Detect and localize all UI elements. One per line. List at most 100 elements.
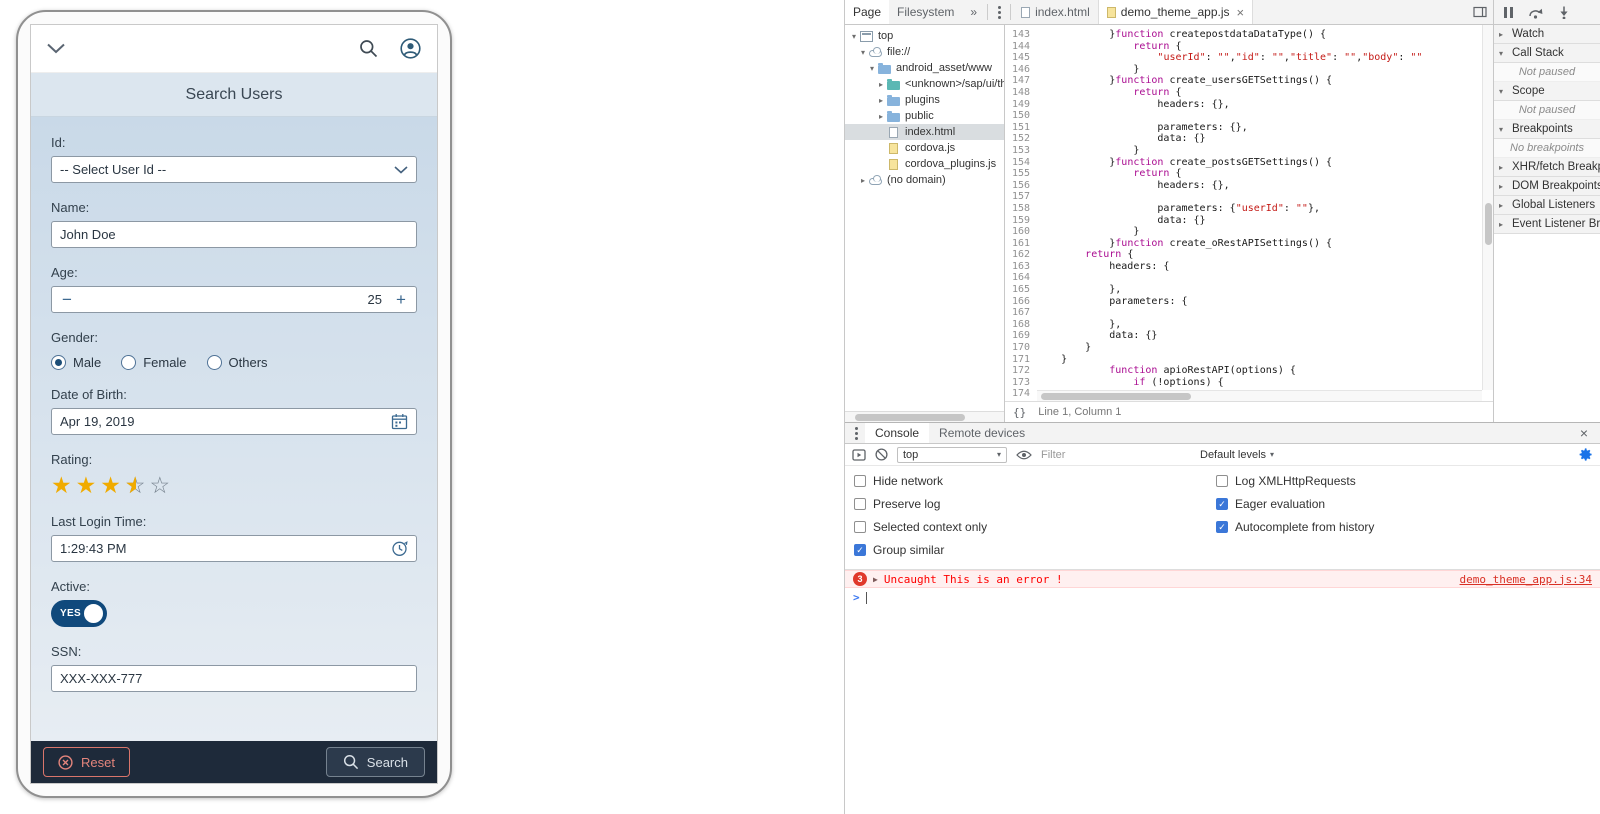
nav-overflow-chevrons[interactable]: » bbox=[962, 0, 985, 24]
console-setting-checkbox[interactable]: ✓ Autocomplete from history bbox=[1216, 520, 1374, 534]
search-icon[interactable] bbox=[359, 39, 378, 58]
gender-radio-others[interactable]: Others bbox=[206, 355, 268, 370]
name-input[interactable] bbox=[60, 227, 408, 242]
code-line[interactable]: 167 bbox=[1005, 307, 1493, 319]
code-line[interactable]: 143 }function createpostdataDataType() { bbox=[1005, 29, 1493, 41]
tree-item[interactable]: cordova_plugins.js bbox=[845, 156, 1004, 172]
gender-radio-female[interactable]: Female bbox=[121, 355, 187, 370]
toggle-sidebar-icon[interactable] bbox=[1467, 0, 1493, 24]
reset-button[interactable]: Reset bbox=[43, 747, 130, 777]
tab-console[interactable]: Console bbox=[865, 423, 930, 443]
tree-item[interactable]: ▸ plugins bbox=[845, 92, 1004, 108]
console-prompt[interactable]: > bbox=[845, 588, 1600, 607]
code-line[interactable]: 171 } bbox=[1005, 354, 1493, 366]
console-settings-gear-icon[interactable] bbox=[1578, 447, 1593, 462]
login-time-input[interactable] bbox=[60, 541, 391, 556]
tab-remote-devices[interactable]: Remote devices bbox=[929, 423, 1035, 443]
age-value[interactable]: 25 bbox=[82, 292, 386, 307]
code-line[interactable]: 166 parameters: { bbox=[1005, 296, 1493, 308]
log-levels-dropdown[interactable]: Default levels ▾ bbox=[1200, 449, 1274, 461]
code-line[interactable]: 168 }, bbox=[1005, 319, 1493, 331]
active-toggle[interactable]: YES bbox=[51, 600, 107, 627]
ssn-input[interactable] bbox=[60, 671, 408, 686]
code-line[interactable]: 159 data: {} bbox=[1005, 215, 1493, 227]
navigator-menu-icon[interactable] bbox=[990, 0, 1008, 24]
code-line[interactable]: 173 if (!options) { bbox=[1005, 377, 1493, 389]
console-setting-checkbox[interactable]: Selected context only bbox=[854, 520, 1216, 534]
console-setting-checkbox[interactable]: Log XMLHttpRequests bbox=[1216, 474, 1374, 488]
error-source-link[interactable]: demo_theme_app.js:34 bbox=[1460, 573, 1592, 586]
editor-vertical-scrollbar[interactable] bbox=[1482, 25, 1493, 390]
tree-item[interactable]: cordova.js bbox=[845, 140, 1004, 156]
tab-filesystem[interactable]: Filesystem bbox=[889, 0, 962, 24]
tree-item[interactable]: ▸ (no domain) bbox=[845, 172, 1004, 188]
tree-item[interactable]: ▾ android_asset/www bbox=[845, 60, 1004, 76]
console-sidebar-icon[interactable] bbox=[852, 448, 866, 461]
close-icon[interactable]: × bbox=[1237, 5, 1245, 20]
console-setting-checkbox[interactable]: Hide network bbox=[854, 474, 1216, 488]
debugger-section-header[interactable]: ▸ Global Listeners bbox=[1494, 196, 1600, 215]
code-line[interactable]: 154 }function create_postsGETSettings() … bbox=[1005, 157, 1493, 169]
code-line[interactable]: 144 return { bbox=[1005, 41, 1493, 53]
code-lines[interactable]: 143 }function createpostdataDataType() {… bbox=[1005, 25, 1493, 401]
code-line[interactable]: 157 bbox=[1005, 191, 1493, 203]
user-id-select[interactable]: -- Select User Id -- bbox=[51, 156, 417, 183]
tab-page[interactable]: Page bbox=[845, 0, 890, 24]
debugger-section-header[interactable]: ▸ Watch bbox=[1494, 25, 1600, 44]
code-line[interactable]: 172 function apioRestAPI(options) { bbox=[1005, 365, 1493, 377]
code-line[interactable]: 147 }function create_usersGETSettings() … bbox=[1005, 75, 1493, 87]
code-line[interactable]: 158 parameters: {"userId": ""}, bbox=[1005, 203, 1493, 215]
star-2[interactable]: ★ bbox=[76, 473, 97, 497]
code-line[interactable]: 150 bbox=[1005, 110, 1493, 122]
editor-horizontal-scrollbar[interactable] bbox=[1037, 390, 1482, 401]
code-line[interactable]: 170 } bbox=[1005, 342, 1493, 354]
code-line[interactable]: 155 return { bbox=[1005, 168, 1493, 180]
context-selector[interactable]: top ▾ bbox=[897, 446, 1007, 463]
drawer-menu-icon[interactable] bbox=[847, 423, 865, 443]
code-line[interactable]: 160 } bbox=[1005, 226, 1493, 238]
gender-radio-male[interactable]: Male bbox=[51, 355, 101, 370]
debugger-section-header[interactable]: ▸ DOM Breakpoints bbox=[1494, 177, 1600, 196]
code-line[interactable]: 145 "userId": "","id": "","title": "","b… bbox=[1005, 52, 1493, 64]
code-line[interactable]: 165 }, bbox=[1005, 284, 1493, 296]
star-4[interactable]: ☆★ bbox=[125, 473, 146, 497]
calendar-icon[interactable] bbox=[391, 413, 408, 430]
pretty-print-button[interactable]: {} bbox=[1013, 406, 1026, 419]
star-5[interactable]: ☆ bbox=[150, 473, 171, 497]
console-setting-checkbox[interactable]: ✓ Eager evaluation bbox=[1216, 497, 1374, 511]
step-into-icon[interactable] bbox=[1558, 6, 1570, 19]
star-1[interactable]: ★ bbox=[51, 473, 72, 497]
live-expression-eye-icon[interactable] bbox=[1016, 450, 1032, 460]
clear-console-icon[interactable] bbox=[875, 448, 888, 461]
file-tab-index-html[interactable]: index.html bbox=[1013, 0, 1099, 24]
code-line[interactable]: 153 } bbox=[1005, 145, 1493, 157]
chevron-down-icon[interactable] bbox=[47, 43, 65, 54]
tree-item[interactable]: ▾ file:// bbox=[845, 44, 1004, 60]
tree-horizontal-scrollbar[interactable] bbox=[845, 411, 1004, 422]
code-line[interactable]: 151 parameters: {}, bbox=[1005, 122, 1493, 134]
console-error-row[interactable]: 3 ▶ Uncaught This is an error ! demo_the… bbox=[845, 570, 1600, 588]
console-filter-input[interactable] bbox=[1041, 448, 1191, 461]
tree-item[interactable]: ▾ top bbox=[845, 28, 1004, 44]
debugger-section-header[interactable]: ▸Event Listener Breakpoints bbox=[1494, 215, 1600, 234]
code-line[interactable]: 149 headers: {}, bbox=[1005, 99, 1493, 111]
code-line[interactable]: 169 data: {} bbox=[1005, 330, 1493, 342]
code-line[interactable]: 152 data: {} bbox=[1005, 133, 1493, 145]
tree-item[interactable]: index.html bbox=[845, 124, 1004, 140]
debugger-section-header[interactable]: ▾ Scope bbox=[1494, 82, 1600, 101]
dob-input[interactable] bbox=[60, 414, 391, 429]
code-line[interactable]: 146 } bbox=[1005, 64, 1493, 76]
code-line[interactable]: 148 return { bbox=[1005, 87, 1493, 99]
debugger-section-header[interactable]: ▸XHR/fetch Breakpoints bbox=[1494, 158, 1600, 177]
tree-item[interactable]: ▸ public bbox=[845, 108, 1004, 124]
debugger-section-header[interactable]: ▾ Breakpoints bbox=[1494, 120, 1600, 139]
code-line[interactable]: 156 headers: {}, bbox=[1005, 180, 1493, 192]
file-tab-demo-theme-app-js[interactable]: demo_theme_app.js × bbox=[1098, 0, 1254, 24]
age-increment-button[interactable]: + bbox=[386, 287, 416, 312]
code-line[interactable]: 162 return { bbox=[1005, 249, 1493, 261]
search-button[interactable]: Search bbox=[325, 747, 425, 777]
console-setting-checkbox[interactable]: Preserve log bbox=[854, 497, 1216, 511]
step-over-icon[interactable] bbox=[1528, 6, 1543, 19]
code-line[interactable]: 161 }function create_oRestAPISettings() … bbox=[1005, 238, 1493, 250]
debugger-section-header[interactable]: ▾ Call Stack bbox=[1494, 44, 1600, 63]
